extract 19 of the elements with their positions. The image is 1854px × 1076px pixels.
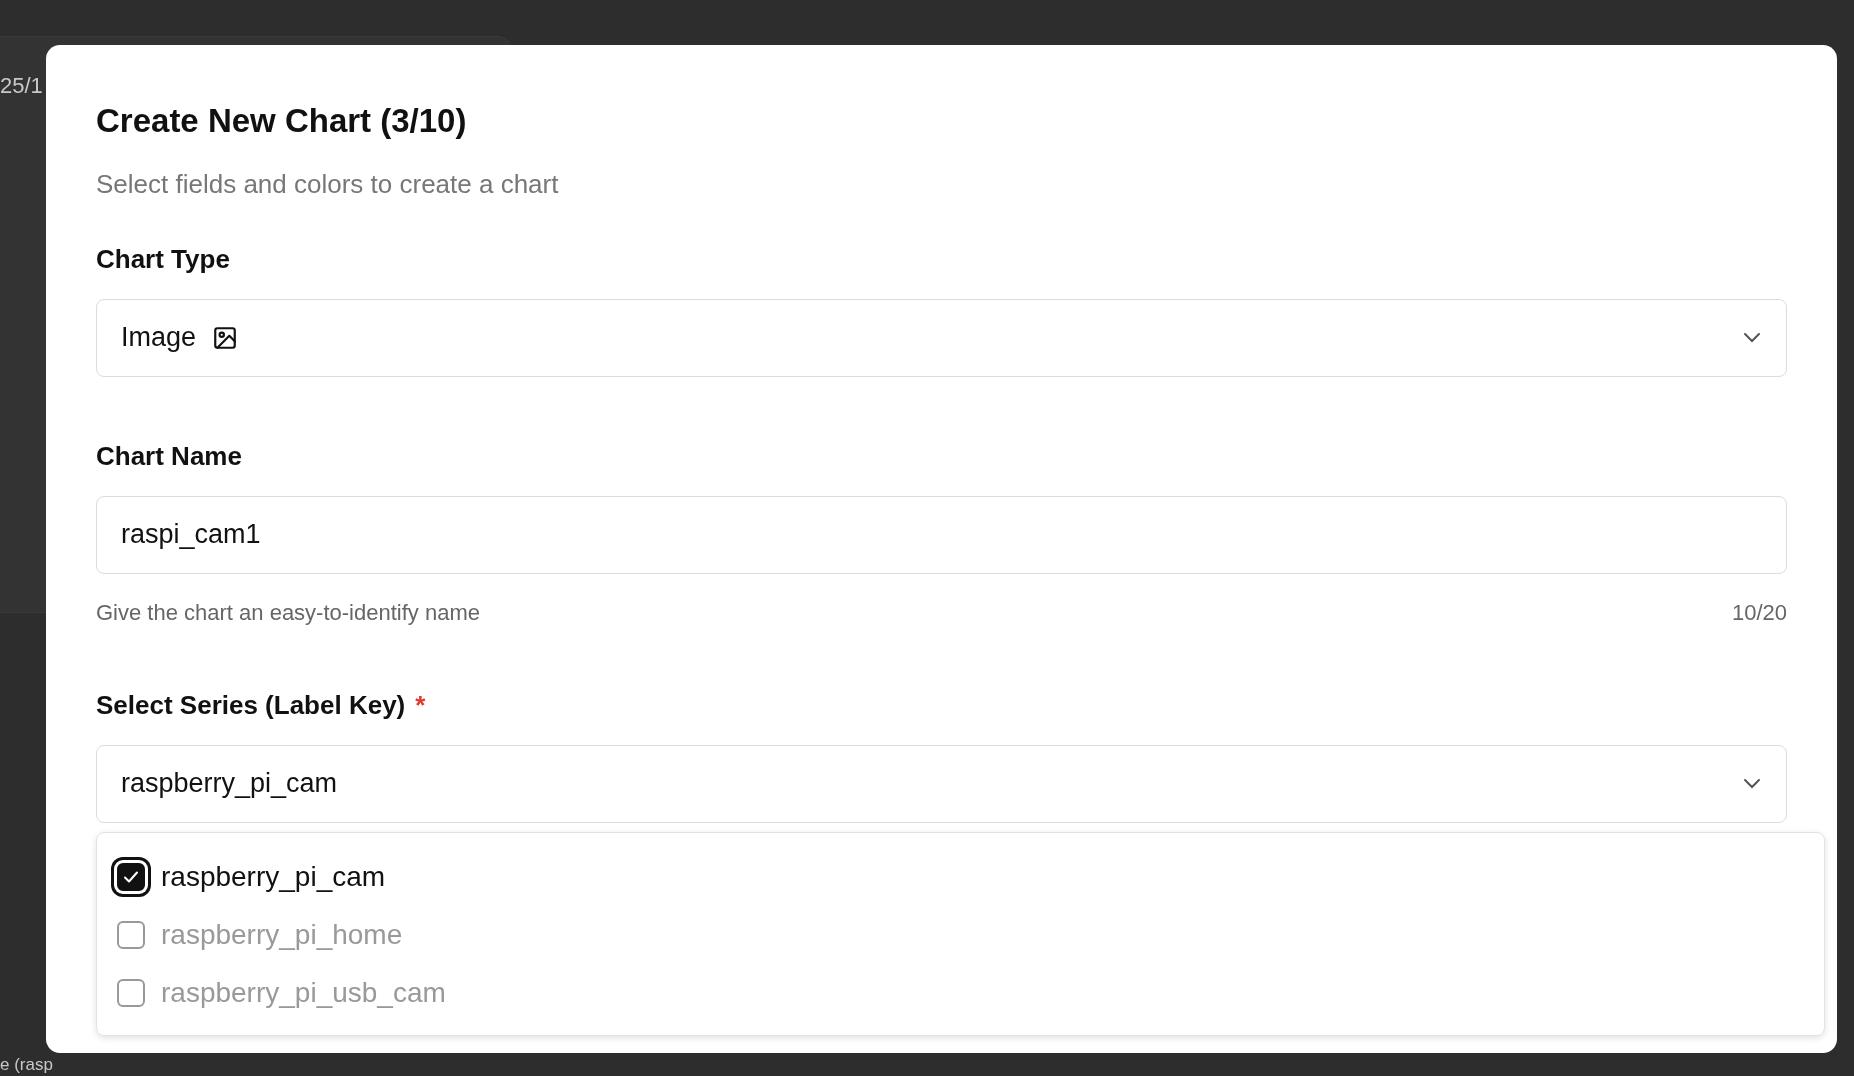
chevron-down-icon [1742,777,1762,790]
field-label: Select Series (Label Key) [96,689,406,721]
dropdown-option[interactable]: raspberry_pi_cam [113,852,1808,901]
series-select[interactable]: raspberry_pi_cam [96,744,1787,823]
chart-name-field[interactable]: raspi_cam1 [96,495,1787,574]
checkbox[interactable] [117,920,145,949]
field-label: Chart Name [96,440,243,472]
dialog-title: Create New Chart (3/10) [96,101,468,141]
chevron-down-icon [1742,331,1762,344]
required-mark: * [415,689,426,721]
chart-type-select[interactable]: Image [96,298,1787,377]
background-text: 25/1 [0,73,43,99]
field-label: Chart Type [96,243,231,275]
image-icon [212,324,239,351]
helper-text: Give the chart an easy-to-identify name [96,599,480,626]
checkbox[interactable] [117,978,145,1007]
character-counter: 10/20 [1731,599,1787,626]
background-text: e (rasp [0,1055,53,1075]
dialog-subtitle: Select fields and colors to create a chart [96,168,560,200]
